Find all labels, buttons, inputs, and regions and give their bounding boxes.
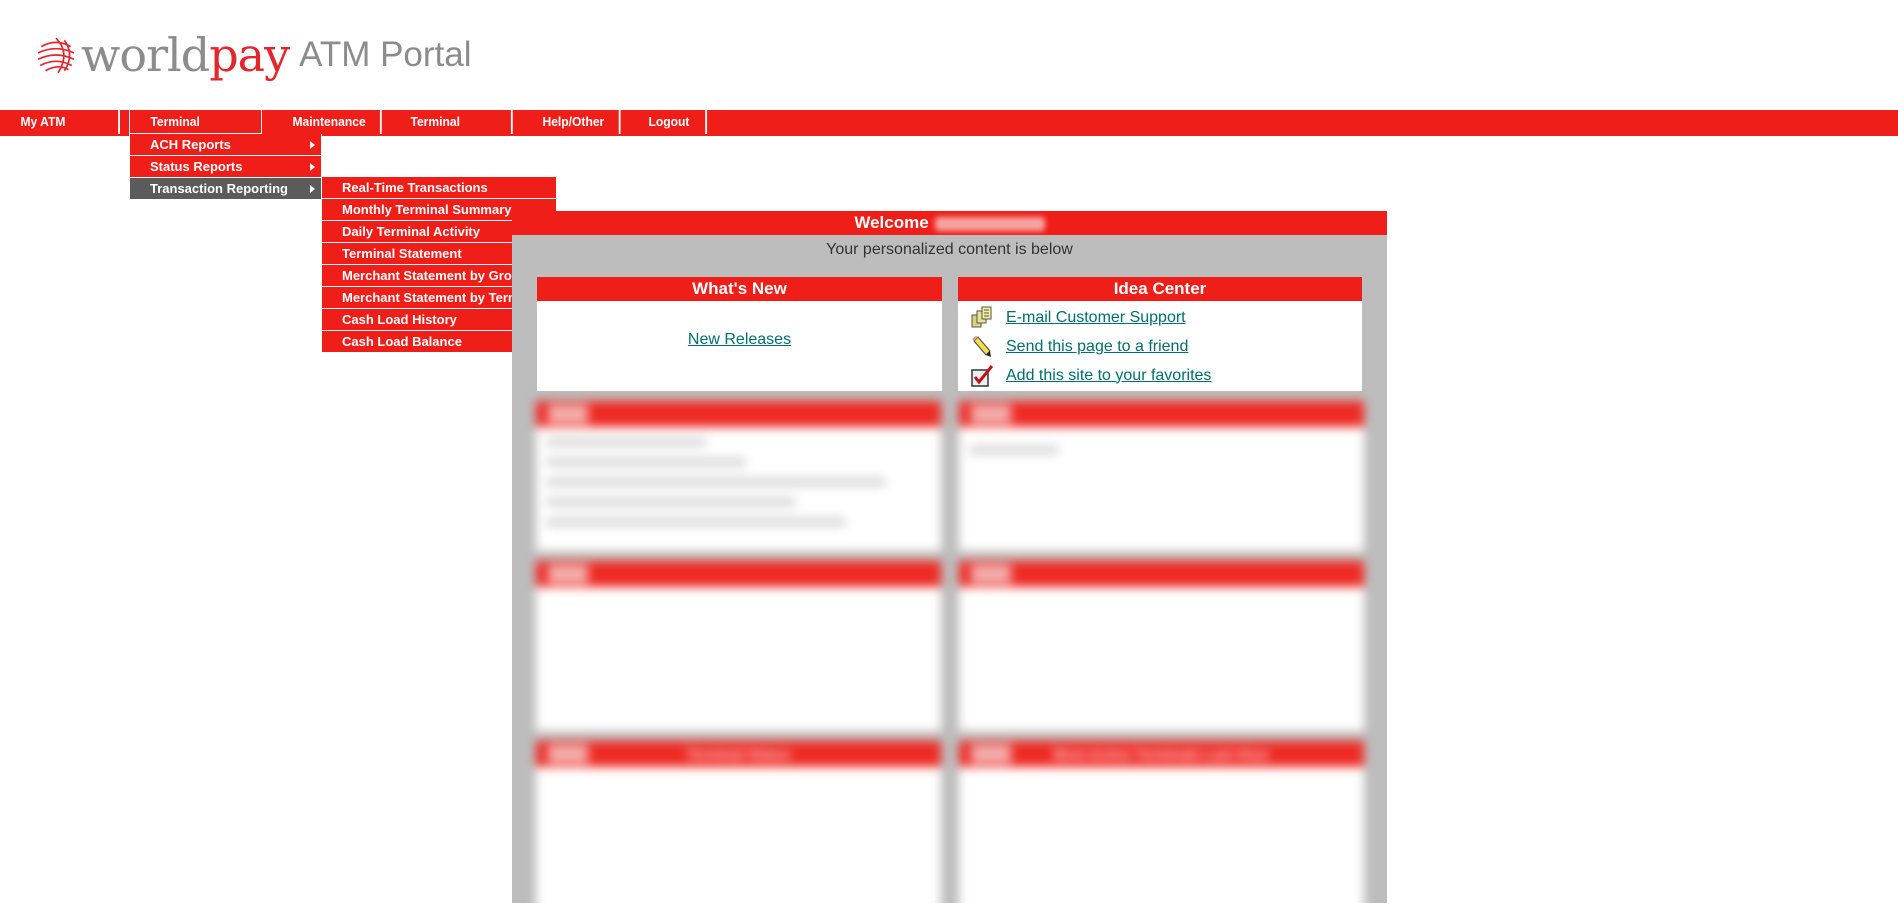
main-nav: My ATM Portal Terminal Reports Maintenan… — [0, 110, 1898, 153]
nav-logout[interactable]: Logout — [628, 110, 708, 134]
blurred-panel-top-left — [536, 401, 941, 551]
nav-terminal-setup[interactable]: Terminal Setup — [390, 110, 513, 153]
add-favorites-link[interactable]: Add this site to your favorites — [1006, 367, 1211, 385]
blurred-panel-mid-right — [959, 561, 1364, 731]
redacted-user-name — [934, 216, 1045, 231]
documents-icon — [971, 306, 992, 327]
terminal-status-panel: Terminal Status — [536, 741, 941, 921]
product-name: ATM Portal — [299, 35, 472, 74]
logo-wordmark: worldpay — [81, 32, 290, 78]
logo-pay: pay — [209, 28, 290, 82]
idea-row-email: E-mail Customer Support — [958, 303, 1362, 332]
terminal-reports-dropdown: ACH Reports Status Reports Transaction R… — [129, 134, 322, 200]
welcome-panel: Welcome Your personalized content is bel… — [512, 211, 1387, 921]
globe-icon — [37, 37, 75, 74]
idea-center-panel: Idea Center E-mail Customer Support Send… — [958, 277, 1362, 391]
chevron-right-icon — [310, 141, 315, 149]
menu-real-time-transactions[interactable]: Real-Time Transactions — [322, 177, 556, 199]
idea-row-send: Send this page to a friend — [958, 332, 1362, 361]
nav-maintenance[interactable]: Maintenance — [272, 110, 382, 134]
most-active-terminals-title: Most Active Terminals Last Hour — [1053, 746, 1270, 762]
most-active-terminals-panel: Most Active Terminals Last Hour — [959, 741, 1364, 921]
idea-row-favorites: Add this site to your favorites — [958, 361, 1362, 390]
welcome-title: Welcome — [854, 213, 929, 232]
nav-help-other[interactable]: Help/Other — [522, 110, 621, 134]
nav-terminal-reports[interactable]: Terminal Reports — [129, 110, 262, 153]
menu-status-reports[interactable]: Status Reports — [130, 156, 321, 178]
pencil-icon — [972, 335, 991, 357]
worldpay-logo: worldpay ATM Portal — [35, 30, 472, 80]
idea-center-title: Idea Center — [958, 277, 1362, 301]
send-page-link[interactable]: Send this page to a friend — [1006, 338, 1188, 356]
whats-new-title: What's New — [537, 277, 942, 301]
terminal-status-title: Terminal Status — [686, 746, 791, 762]
blurred-panel-mid-left — [536, 561, 941, 731]
blurred-panel-top-right — [959, 401, 1364, 551]
menu-transaction-reporting[interactable]: Transaction Reporting — [130, 178, 321, 200]
menu-item-label: ACH Reports — [150, 137, 231, 152]
chevron-right-icon — [310, 185, 315, 193]
email-customer-support-link[interactable]: E-mail Customer Support — [1006, 309, 1186, 327]
whats-new-panel: What's New New Releases — [537, 277, 942, 391]
menu-ach-reports[interactable]: ACH Reports — [130, 134, 321, 156]
new-releases-link[interactable]: New Releases — [688, 331, 791, 348]
checkbox-icon — [971, 364, 994, 387]
chevron-right-icon — [310, 163, 315, 171]
welcome-subtitle: Your personalized content is below — [826, 241, 1073, 258]
nav-my-atm-portal[interactable]: My ATM Portal — [0, 110, 120, 153]
logo-world: world — [81, 28, 210, 82]
blurred-content-area: Terminal Status Most Active Terminals La… — [536, 401, 1366, 921]
welcome-header: Welcome — [512, 211, 1387, 235]
menu-item-label: Transaction Reporting — [150, 181, 288, 196]
menu-item-label: Status Reports — [150, 159, 243, 174]
